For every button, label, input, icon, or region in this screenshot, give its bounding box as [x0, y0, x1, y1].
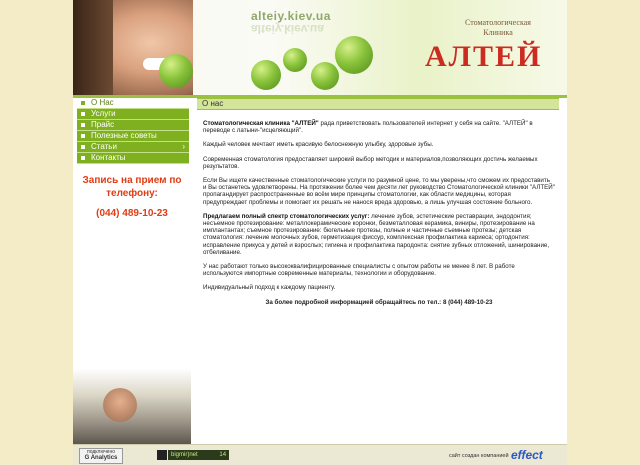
sidebar: О Нас Услуги Прайс Полезные советы Стать…	[73, 98, 191, 444]
bullet-icon	[81, 123, 85, 127]
clinic-subtitle: Стоматологическая Клиника	[465, 18, 531, 37]
footer: подключено G Analytics bigmir)net 14 сай…	[73, 444, 567, 465]
contact-cta: За более подробной информацией обращайте…	[265, 298, 493, 306]
bullet-icon	[81, 145, 85, 149]
header-banner: alteiy.kiev.ua alteiy.kiev.ua Стоматолог…	[73, 0, 567, 95]
sidebar-item-contacts[interactable]: Контакты	[77, 153, 189, 164]
appointment-title: Запись на прием по телефону:	[82, 175, 182, 199]
bullet-icon	[81, 112, 85, 116]
sidebar-item-about[interactable]: О Нас	[77, 98, 189, 109]
sidebar-dental-photo	[73, 368, 191, 444]
phone-number: (044) 489-10-23	[96, 208, 168, 219]
article-body: Стоматологическая клиника "АЛТЕЙ" рада п…	[197, 110, 559, 306]
sidebar-item-tips[interactable]: Полезные советы	[77, 131, 189, 142]
bullet-icon	[81, 101, 85, 105]
apple-image	[159, 54, 193, 88]
page-frame: alteiy.kiev.ua alteiy.kiev.ua Стоматолог…	[73, 0, 567, 465]
chevron-right-icon: ›	[182, 142, 185, 151]
site-credit: сайт создан компанией	[449, 453, 509, 459]
patient-head	[103, 388, 137, 422]
sidebar-item-prices[interactable]: Прайс	[77, 120, 189, 131]
paragraph: Если Вы ищете качественные стоматологиче…	[203, 177, 555, 206]
sidebar-item-services[interactable]: Услуги	[77, 109, 189, 120]
sidebar-item-articles[interactable]: Статьи ›	[77, 142, 189, 153]
paragraph: Современная стоматология предоставляет ш…	[203, 155, 538, 170]
apple-image	[311, 62, 339, 90]
apple-image	[335, 36, 373, 74]
bullet-icon	[81, 134, 85, 138]
apple-image	[251, 60, 281, 90]
site-url[interactable]: alteiy.kiev.ua	[251, 9, 331, 23]
paragraph: Каждый человек мечтает иметь красивую бе…	[203, 141, 434, 149]
apple-image	[283, 48, 307, 72]
brand-logo: АЛТЕЙ	[425, 40, 543, 73]
bigmir-counter[interactable]: bigmir)net 14	[168, 450, 229, 460]
site-url-reflection: alteiy.kiev.ua	[251, 22, 324, 36]
paragraph: Предлагаем полный спектр стоматологическ…	[203, 212, 550, 256]
main-content: О нас Стоматологическая клиника "АЛТЕЙ" …	[197, 98, 559, 444]
paragraph: Стоматологическая клиника "АЛТЕЙ" рада п…	[203, 120, 533, 135]
paragraph: Индивидуальный подход к каждому пациенту…	[203, 284, 336, 292]
page-title: О нас	[197, 98, 559, 110]
counter-icon[interactable]	[157, 450, 167, 460]
effect-logo[interactable]: effect	[511, 448, 543, 462]
google-analytics-badge[interactable]: подключено G Analytics	[79, 448, 123, 464]
sidebar-menu: О Нас Услуги Прайс Полезные советы Стать…	[73, 98, 191, 164]
paragraph: У нас работают только высококвалифициров…	[203, 263, 515, 278]
hair	[73, 0, 113, 95]
bullet-icon	[81, 156, 85, 160]
